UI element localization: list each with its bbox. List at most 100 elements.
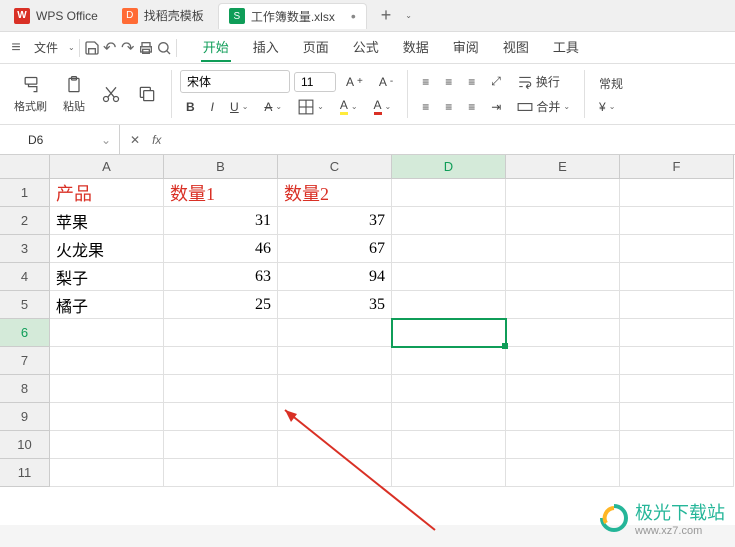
- orientation-button[interactable]: ⤢: [485, 71, 507, 92]
- number-format-select[interactable]: 常规: [593, 72, 629, 95]
- cell-d6-selected[interactable]: [392, 319, 506, 347]
- row-header[interactable]: 11: [0, 459, 50, 487]
- border-button[interactable]: ⌄: [292, 96, 330, 118]
- cell-a5[interactable]: 橘子: [50, 291, 164, 319]
- row-header[interactable]: 4: [0, 263, 50, 291]
- cell[interactable]: [278, 403, 392, 431]
- cell[interactable]: [506, 375, 620, 403]
- cell-c5[interactable]: 35: [278, 291, 392, 319]
- indent-button[interactable]: ⇥: [485, 97, 507, 117]
- cell[interactable]: [392, 403, 506, 431]
- cell-b6[interactable]: [164, 319, 278, 347]
- paste-button[interactable]: 粘贴: [57, 71, 91, 118]
- increase-font-button[interactable]: A+: [340, 72, 369, 92]
- cell-a4[interactable]: 梨子: [50, 263, 164, 291]
- cell[interactable]: [620, 375, 734, 403]
- format-painter-button[interactable]: 格式刷: [8, 71, 53, 118]
- cell[interactable]: [50, 431, 164, 459]
- tab-close-icon[interactable]: •: [351, 8, 356, 24]
- cell-e2[interactable]: [506, 207, 620, 235]
- tab-workbook[interactable]: S 工作簿数量.xlsx •: [218, 3, 367, 29]
- decrease-font-button[interactable]: A-: [373, 72, 399, 92]
- cell-c6[interactable]: [278, 319, 392, 347]
- tab-wps-home[interactable]: W WPS Office: [4, 3, 108, 29]
- align-top-button[interactable]: ≡: [416, 72, 435, 92]
- align-middle-button[interactable]: ≡: [439, 72, 458, 92]
- cell-f2[interactable]: [620, 207, 734, 235]
- font-size-select[interactable]: 11: [294, 72, 336, 92]
- cancel-icon[interactable]: ✕: [130, 133, 140, 147]
- preview-icon[interactable]: [156, 40, 172, 56]
- redo-icon[interactable]: ↷: [120, 40, 136, 56]
- chevron-down-icon[interactable]: ⌄: [68, 43, 75, 52]
- row-header[interactable]: 10: [0, 431, 50, 459]
- fx-icon[interactable]: fx: [152, 133, 161, 147]
- cell-c3[interactable]: 67: [278, 235, 392, 263]
- cell-a1[interactable]: 产品: [50, 179, 164, 207]
- cell-d3[interactable]: [392, 235, 506, 263]
- ribbon-tab-tools[interactable]: 工具: [551, 33, 581, 62]
- ribbon-tab-page[interactable]: 页面: [301, 33, 331, 62]
- row-header[interactable]: 1: [0, 179, 50, 207]
- cell[interactable]: [50, 403, 164, 431]
- cell-f6[interactable]: [620, 319, 734, 347]
- cell[interactable]: [392, 347, 506, 375]
- cell[interactable]: [392, 431, 506, 459]
- cell-f5[interactable]: [620, 291, 734, 319]
- cell[interactable]: [506, 403, 620, 431]
- underline-button[interactable]: U⌄: [224, 97, 254, 117]
- cell-c2[interactable]: 37: [278, 207, 392, 235]
- tab-overflow-icon[interactable]: ⌄: [405, 11, 412, 20]
- row-header[interactable]: 2: [0, 207, 50, 235]
- cell[interactable]: [164, 403, 278, 431]
- cell-e6[interactable]: [506, 319, 620, 347]
- cell[interactable]: [164, 459, 278, 487]
- cell-a3[interactable]: 火龙果: [50, 235, 164, 263]
- cell-b1[interactable]: 数量1: [164, 179, 278, 207]
- col-header-d[interactable]: D: [392, 155, 506, 179]
- cell[interactable]: [620, 431, 734, 459]
- save-icon[interactable]: [84, 40, 100, 56]
- cell-d4[interactable]: [392, 263, 506, 291]
- cell-b2[interactable]: 31: [164, 207, 278, 235]
- col-header-f[interactable]: F: [620, 155, 734, 179]
- col-header-c[interactable]: C: [278, 155, 392, 179]
- tab-add-button[interactable]: +: [371, 5, 402, 26]
- cell[interactable]: [278, 431, 392, 459]
- col-header-a[interactable]: A: [50, 155, 164, 179]
- cell[interactable]: [506, 431, 620, 459]
- col-header-b[interactable]: B: [164, 155, 278, 179]
- cell[interactable]: [164, 375, 278, 403]
- file-menu[interactable]: 文件: [26, 35, 66, 60]
- cell-c4[interactable]: 94: [278, 263, 392, 291]
- align-left-button[interactable]: ≡: [416, 97, 435, 117]
- cell-b3[interactable]: 46: [164, 235, 278, 263]
- menu-icon[interactable]: ≡: [8, 40, 24, 56]
- cell-b4[interactable]: 63: [164, 263, 278, 291]
- italic-button[interactable]: I: [205, 97, 220, 117]
- row-header[interactable]: 3: [0, 235, 50, 263]
- row-header[interactable]: 9: [0, 403, 50, 431]
- bold-button[interactable]: B: [180, 97, 201, 117]
- cell[interactable]: [278, 375, 392, 403]
- select-all-corner[interactable]: [0, 155, 50, 179]
- cell[interactable]: [164, 347, 278, 375]
- cut-button[interactable]: [95, 80, 127, 108]
- cell[interactable]: [278, 347, 392, 375]
- cell-e5[interactable]: [506, 291, 620, 319]
- cell-d2[interactable]: [392, 207, 506, 235]
- name-box[interactable]: D6: [0, 125, 120, 154]
- cell[interactable]: [278, 459, 392, 487]
- cell-a2[interactable]: 苹果: [50, 207, 164, 235]
- ribbon-tab-data[interactable]: 数据: [401, 33, 431, 62]
- cell-b5[interactable]: 25: [164, 291, 278, 319]
- cell-f1[interactable]: [620, 179, 734, 207]
- merge-button[interactable]: 合并⌄: [511, 95, 576, 118]
- font-color-button[interactable]: A⌄: [368, 95, 398, 118]
- copy-button[interactable]: [131, 80, 163, 108]
- cell-a6[interactable]: [50, 319, 164, 347]
- currency-button[interactable]: ¥⌄: [593, 97, 621, 117]
- cell[interactable]: [506, 347, 620, 375]
- row-header[interactable]: 6: [0, 319, 50, 347]
- ribbon-tab-formula[interactable]: 公式: [351, 33, 381, 62]
